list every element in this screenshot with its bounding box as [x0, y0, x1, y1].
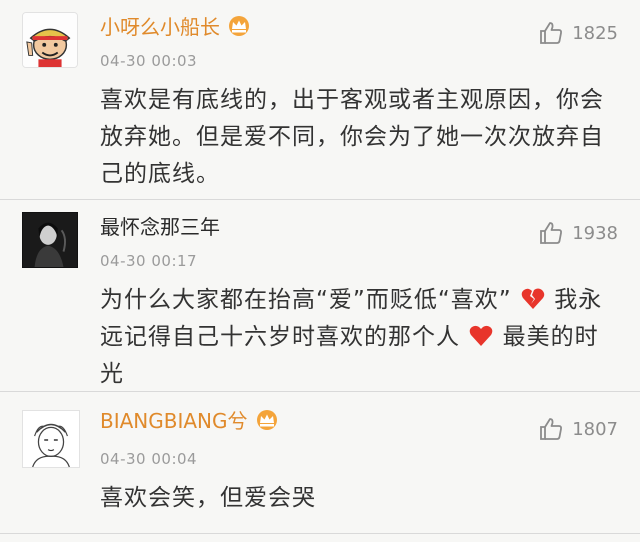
- username[interactable]: 最怀念那三年: [100, 214, 220, 240]
- avatar[interactable]: [22, 12, 78, 68]
- sketch-avatar-icon: [23, 411, 79, 467]
- comment-item: 小呀么小船长 04-30 00:03 1825 喜欢是有底线的，出于客观或者主观…: [0, 0, 640, 200]
- avatar[interactable]: [22, 212, 78, 268]
- cartoon-avatar-icon: [23, 13, 77, 67]
- thumbs-up-icon: [540, 222, 563, 244]
- avatar[interactable]: [22, 410, 80, 468]
- photo-avatar-icon: [23, 213, 77, 267]
- comment-item: BIANGBIANG兮 04-30 00:04 1807 喜欢会笑，但爱会哭: [0, 392, 640, 534]
- broken-heart-icon: [520, 286, 546, 312]
- like-button[interactable]: 1938: [538, 220, 618, 246]
- thumbs-up-icon: [540, 418, 563, 440]
- thumbs-up-icon: [540, 22, 563, 44]
- like-count: 1825: [572, 22, 618, 44]
- heart-icon: [468, 323, 494, 349]
- timestamp: 04-30 00:17: [100, 252, 198, 270]
- like-button[interactable]: 1825: [538, 20, 618, 46]
- comment-item: 最怀念那三年 04-30 00:17 1938 为什么大家都在抬高“爱”而贬低“…: [0, 200, 640, 392]
- comment-feed: 小呀么小船长 04-30 00:03 1825 喜欢是有底线的，出于客观或者主观…: [0, 0, 640, 542]
- like-count: 1938: [572, 222, 618, 244]
- vip-crown-icon: [226, 15, 252, 37]
- comment-text: 喜欢是有底线的，出于客观或者主观原因，你会放弃她。但是爱不同，你会为了她一次次放…: [100, 87, 604, 187]
- timestamp: 04-30 00:04: [100, 450, 198, 468]
- like-count: 1807: [572, 418, 618, 440]
- vip-crown-icon: [254, 409, 280, 431]
- comment-text: 为什么大家都在抬高“爱”而贬低“喜欢” 我永远记得自己十六岁时喜欢的那个人 最美…: [100, 286, 603, 387]
- comment-text: 喜欢会笑，但爱会哭: [100, 485, 316, 511]
- timestamp: 04-30 00:03: [100, 52, 198, 70]
- username[interactable]: 小呀么小船长: [100, 14, 252, 40]
- like-button[interactable]: 1807: [538, 416, 618, 442]
- username[interactable]: BIANGBIANG兮: [100, 408, 280, 434]
